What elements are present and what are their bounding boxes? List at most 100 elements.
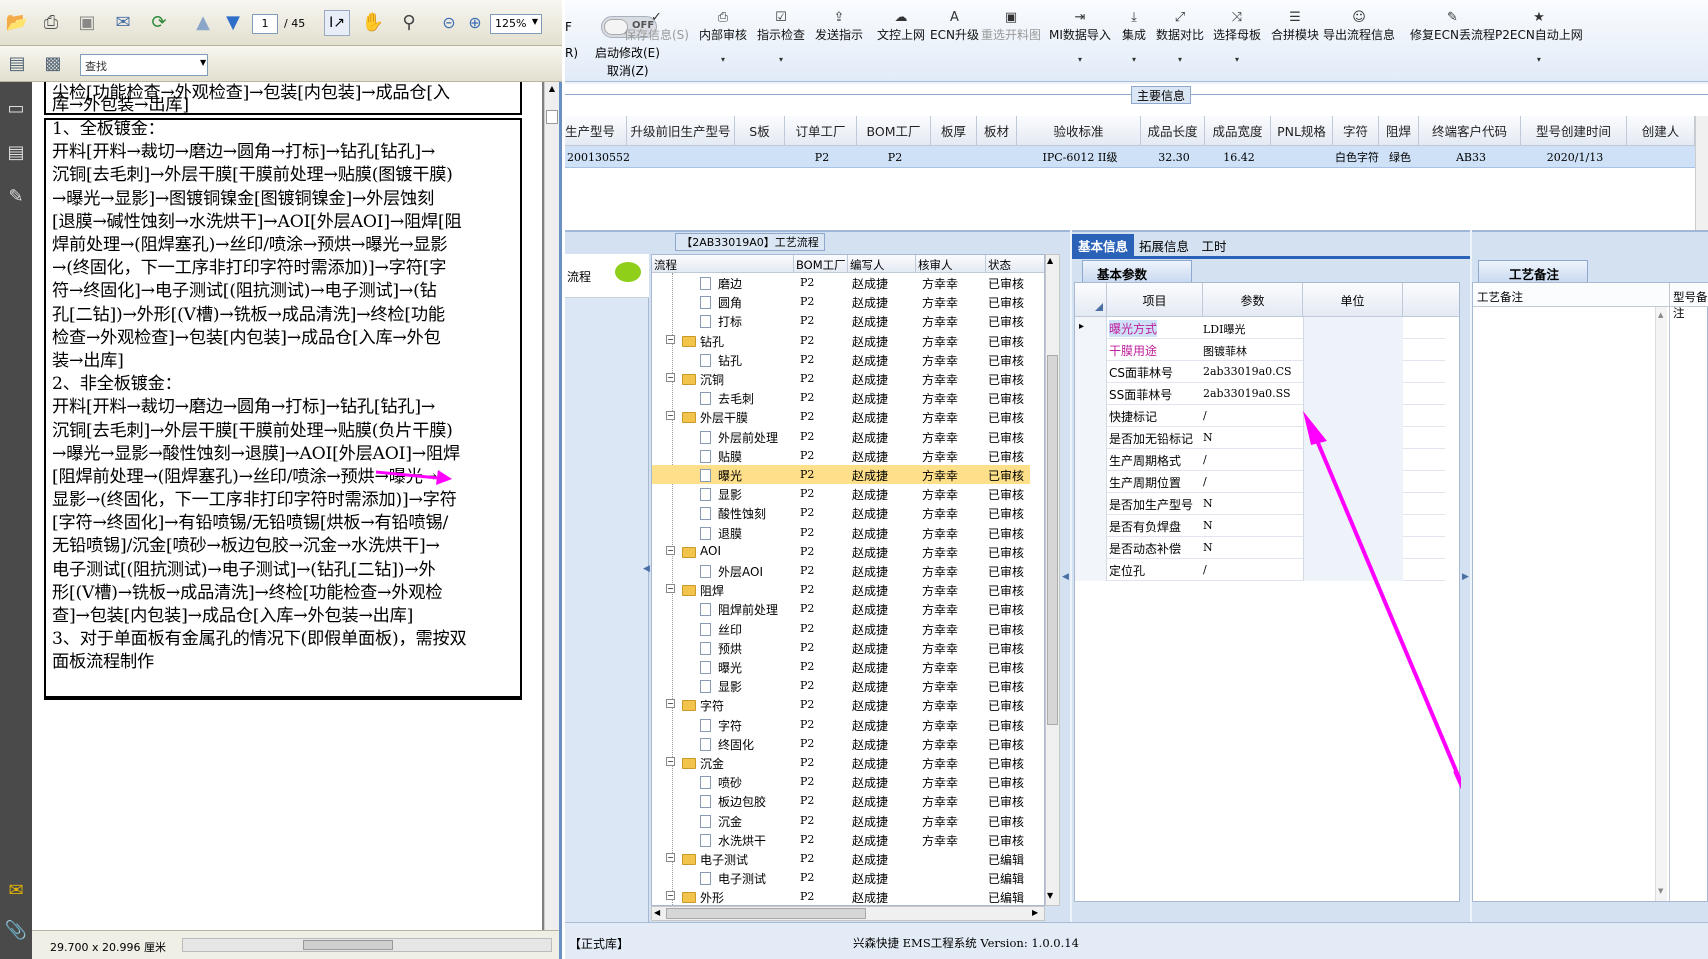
tab-1[interactable]: 拓展信息	[1136, 234, 1192, 256]
toolbar-button-import[interactable]: ⇥ MI数据导入 ▾	[1049, 10, 1111, 64]
splitter-arrow-icon-2[interactable]: ▶	[1462, 572, 1469, 582]
open-folder-icon[interactable]: 📂	[4, 10, 30, 36]
collapse-icon[interactable]: −	[666, 853, 675, 862]
hand-tool-icon[interactable]: ✋	[360, 10, 386, 36]
process-hscroll-thumb[interactable]	[666, 908, 866, 919]
process-row[interactable]: 水洗烘干 P2 赵成捷 方幸幸 已审核	[652, 830, 1030, 849]
main-info-col[interactable]: 验收标准	[1017, 116, 1141, 146]
process-row[interactable]: − 外形 P2 赵成捷 已编辑	[652, 887, 1030, 905]
dropdown-arrow-icon[interactable]: ▾	[1122, 55, 1146, 64]
next-page-icon[interactable]: ▼	[220, 10, 246, 36]
fit-page-icon[interactable]: ▤	[4, 51, 30, 77]
toolbar-button-checkbox[interactable]: ☑ 指示检查 ▾	[757, 10, 805, 64]
cancel-button[interactable]: 取消(Z)	[607, 62, 649, 79]
main-info-col[interactable]: 板材	[977, 116, 1017, 146]
collapse-icon[interactable]: −	[666, 757, 675, 766]
main-info-col[interactable]: 阻焊	[1379, 116, 1419, 146]
process-row[interactable]: 外层AOI P2 赵成捷 方幸幸 已审核	[652, 561, 1030, 580]
toolbar-button-list[interactable]: ☰ 合拼模块	[1271, 10, 1319, 43]
toolbar-button-image[interactable]: ▣ 重选开料图	[981, 10, 1041, 43]
process-row[interactable]: 阻焊前处理 P2 赵成捷 方幸幸 已审核	[652, 599, 1030, 618]
toolbar-button-cloud[interactable]: ☁ 文控上网	[877, 10, 925, 43]
process-row[interactable]: − AOI P2 赵成捷 方幸幸 已审核	[652, 542, 1030, 561]
start-edit-button[interactable]: 启动修改(E)	[595, 44, 660, 61]
process-col-header[interactable]: 核审人	[918, 257, 953, 273]
dropdown-arrow-icon[interactable]: ▾	[1156, 55, 1204, 64]
chat-bubble-icon[interactable]	[615, 262, 641, 282]
dropdown-arrow-icon[interactable]: ▾	[1213, 55, 1261, 64]
scroll-down-icon[interactable]: ▼	[1047, 891, 1053, 900]
remarks-scrollbar[interactable]: ▲ ▼	[1655, 307, 1667, 901]
basic-params-tab[interactable]: 基本参数	[1082, 260, 1192, 282]
process-row[interactable]: 显影 P2 赵成捷 方幸幸 已审核	[652, 484, 1030, 503]
tab-2[interactable]: 工时	[1194, 234, 1234, 256]
process-row[interactable]: 酸性蚀刻 P2 赵成捷 方幸幸 已审核	[652, 503, 1030, 522]
process-row[interactable]: 打标 P2 赵成捷 方幸幸 已审核	[652, 311, 1030, 330]
hscroll-thumb[interactable]	[303, 940, 393, 950]
process-row[interactable]: 终固化 P2 赵成捷 方幸幸 已审核	[652, 734, 1030, 753]
share-icon[interactable]: ⟳	[146, 10, 172, 36]
main-info-col[interactable]: S板	[735, 116, 785, 146]
email-icon[interactable]: ✉	[110, 10, 136, 36]
main-info-col[interactable]: 板厚	[931, 116, 977, 146]
zoom-in-icon[interactable]: ⊕	[462, 10, 488, 36]
main-info-col[interactable]: 升级前旧生产型号	[627, 116, 735, 146]
zoom-select[interactable]: 125% ▼	[490, 14, 542, 34]
process-row[interactable]: 圆角 P2 赵成捷 方幸幸 已审核	[652, 292, 1030, 311]
main-info-col[interactable]: 创建人	[1627, 116, 1695, 146]
main-info-col[interactable]: 成品宽度	[1205, 116, 1271, 146]
process-row[interactable]: 沉金 P2 赵成捷 方幸幸 已审核	[652, 811, 1030, 830]
process-row[interactable]: − 沉铜 P2 赵成捷 方幸幸 已审核	[652, 369, 1030, 388]
toolbar-button-star[interactable]: ★ P2ECN自动上网 ▾	[1495, 10, 1583, 64]
toolbar-button-ecn[interactable]: A ECN升级	[930, 10, 979, 43]
collapse-left-icon[interactable]: ◀	[643, 564, 650, 574]
main-info-scrollbar[interactable]	[1695, 116, 1708, 230]
process-row[interactable]: 丝印 P2 赵成捷 方幸幸 已审核	[652, 619, 1030, 638]
process-row[interactable]: 钻孔 P2 赵成捷 方幸幸 已审核	[652, 350, 1030, 369]
fit-width-icon[interactable]: ▩	[40, 51, 66, 77]
scroll-right-icon[interactable]: ▶	[1032, 908, 1038, 917]
collapse-icon[interactable]: −	[666, 699, 675, 709]
main-info-row[interactable]: 200130552 P2 P2 IPC-6012 II级 32.30 16.42 白色字符绿…	[565, 146, 1695, 168]
zoom-out-icon[interactable]: ⊝	[436, 10, 462, 36]
find-input[interactable]: 查找	[80, 54, 208, 76]
scroll-left-icon[interactable]: ◀	[654, 908, 660, 917]
process-row[interactable]: 去毛刺 P2 赵成捷 方幸幸 已审核	[652, 388, 1030, 407]
process-row[interactable]: 曝光 P2 赵成捷 方幸幸 已审核	[652, 465, 1030, 484]
process-col-header[interactable]: 状态	[988, 257, 1011, 273]
process-row[interactable]: 外层前处理 P2 赵成捷 方幸幸 已审核	[652, 427, 1030, 446]
dropdown-arrow-icon[interactable]: ▾	[1495, 55, 1583, 64]
main-info-col[interactable]: 终端客户代码	[1419, 116, 1521, 146]
toolbar-button-printer[interactable]: ⎙ 内部审核 ▾	[699, 10, 747, 64]
process-row[interactable]: − 电子测试 P2 赵成捷 已编辑	[652, 849, 1030, 868]
process-vertical-scrollbar[interactable]: ▲ ▼	[1045, 254, 1060, 906]
process-row[interactable]: 显影 P2 赵成捷 方幸幸 已审核	[652, 676, 1030, 695]
process-row[interactable]: 贴膜 P2 赵成捷 方幸幸 已审核	[652, 446, 1030, 465]
main-info-col[interactable]: BOM工厂	[857, 116, 931, 146]
process-horizontal-scrollbar[interactable]: ◀ ▶	[651, 906, 1045, 921]
main-info-col[interactable]: 字符	[1333, 116, 1379, 146]
print-icon[interactable]: ⎙	[38, 10, 64, 36]
find-dropdown-icon[interactable]: ▼	[200, 58, 206, 67]
tab-0[interactable]: 基本信息	[1072, 234, 1134, 256]
collapse-icon[interactable]: −	[666, 411, 675, 421]
collapse-icon[interactable]: −	[666, 334, 675, 344]
toolbar-button-compare[interactable]: ⤢ 数据对比 ▾	[1156, 10, 1204, 64]
process-row[interactable]: − 沉金 P2 赵成捷 方幸幸 已审核	[652, 753, 1030, 772]
toolbar-button-upload[interactable]: ⇪ 发送指示	[815, 10, 863, 43]
dropdown-arrow-icon[interactable]: ▾	[699, 55, 747, 64]
toolbar-button-check[interactable]: ✓ 保存信息(S)	[624, 10, 689, 43]
prev-page-icon[interactable]: ▲	[190, 10, 216, 36]
select-text-icon[interactable]: I↗	[324, 10, 350, 36]
scroll-up-icon[interactable]: ▲	[546, 84, 558, 96]
process-col-header[interactable]: 编写人	[850, 257, 885, 273]
toolbar-button-smile[interactable]: ☺ 导出流程信息	[1323, 10, 1395, 43]
process-row[interactable]: 板边包胶 P2 赵成捷 方幸幸 已审核	[652, 791, 1030, 810]
toolbar-button-download[interactable]: ⤓ 集成 ▾	[1122, 10, 1146, 64]
splitter-arrow-icon[interactable]: ◀	[1062, 572, 1069, 582]
remarks-tab[interactable]: 工艺备注	[1478, 260, 1588, 282]
main-info-col[interactable]: PNL规格	[1271, 116, 1333, 146]
signature-panel-icon[interactable]: ✎	[4, 186, 28, 210]
process-left-item[interactable]: 流程	[565, 254, 649, 298]
process-row[interactable]: 磨边 P2 赵成捷 方幸幸 已审核	[652, 273, 1030, 292]
